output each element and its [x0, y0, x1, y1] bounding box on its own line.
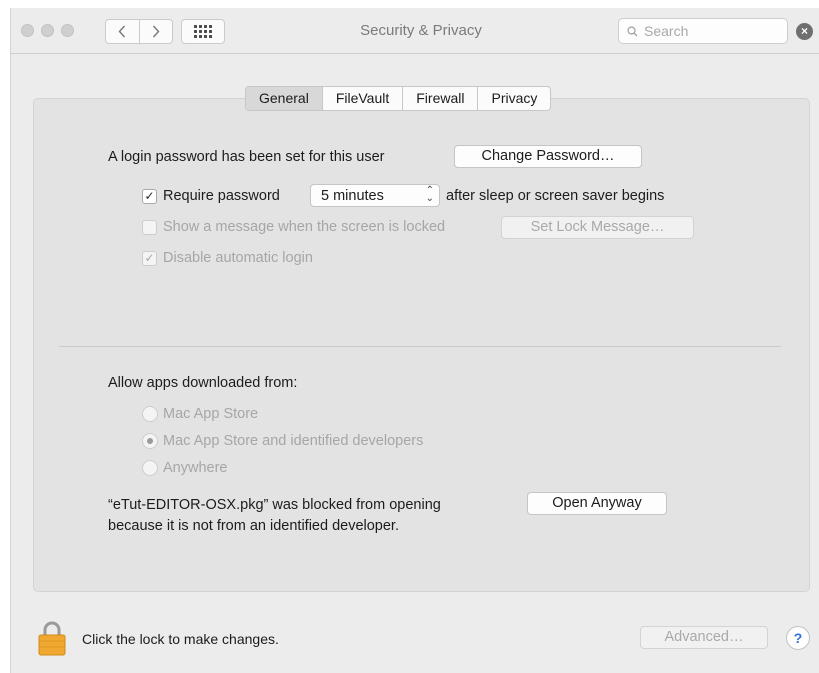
- tab-firewall[interactable]: Firewall: [402, 87, 477, 110]
- forward-button[interactable]: [138, 20, 173, 43]
- require-password-suffix: after sleep or screen saver begins: [446, 188, 665, 204]
- tab-bar: General FileVault Firewall Privacy: [245, 86, 552, 111]
- password-delay-value: 5 minutes: [321, 187, 384, 204]
- require-password-label: Require password: [163, 188, 280, 204]
- password-delay-select[interactable]: 5 minutes ⌃ ⌄: [310, 184, 440, 207]
- disable-auto-login-label: Disable automatic login: [163, 250, 313, 266]
- disable-auto-login-checkbox[interactable]: ✓: [142, 251, 157, 266]
- back-button[interactable]: [106, 20, 139, 43]
- security-privacy-window: Security & Privacy Search × General File…: [10, 8, 819, 673]
- help-button[interactable]: ?: [786, 626, 810, 650]
- tab-filevault[interactable]: FileVault: [321, 87, 402, 110]
- change-password-button[interactable]: Change Password…: [454, 145, 642, 168]
- chevron-right-icon: [152, 25, 160, 38]
- blocked-message-line2: because it is not from an identified dev…: [108, 518, 399, 534]
- login-password-text: A login password has been set for this u…: [108, 149, 385, 165]
- radio-anywhere[interactable]: [142, 460, 158, 476]
- stepper-arrows-icon: ⌃ ⌄: [425, 185, 434, 204]
- lock-instruction-text: Click the lock to make changes.: [82, 631, 279, 647]
- search-icon: [627, 25, 638, 36]
- search-placeholder: Search: [644, 23, 689, 39]
- window-title: Security & Privacy: [360, 22, 482, 39]
- require-password-checkbox[interactable]: ✓: [142, 189, 157, 204]
- chevron-left-icon: [118, 25, 126, 38]
- allow-apps-heading: Allow apps downloaded from:: [108, 375, 298, 391]
- minimize-window-button[interactable]: [41, 24, 54, 37]
- radio-mac-app-store[interactable]: [142, 406, 158, 422]
- show-message-checkbox[interactable]: [142, 220, 157, 235]
- tab-general[interactable]: General: [246, 87, 322, 110]
- grid-icon: [194, 25, 212, 38]
- radio-mac-app-store-label: Mac App Store: [163, 406, 259, 422]
- clear-search-icon[interactable]: ×: [796, 23, 813, 40]
- radio-identified-developers[interactable]: [142, 433, 158, 449]
- radio-identified-developers-label: Mac App Store and identified developers: [163, 433, 424, 449]
- title-bar: Security & Privacy Search ×: [11, 8, 819, 54]
- radio-anywhere-label: Anywhere: [163, 460, 228, 476]
- close-window-button[interactable]: [21, 24, 34, 37]
- zoom-window-button[interactable]: [61, 24, 74, 37]
- section-divider: [59, 346, 781, 347]
- blocked-message-line1: “eTut-EDITOR-OSX.pkg” was blocked from o…: [108, 497, 441, 513]
- show-message-label: Show a message when the screen is locked: [163, 219, 446, 235]
- lock-icon[interactable]: [37, 620, 67, 656]
- show-all-button[interactable]: [181, 19, 225, 44]
- search-field[interactable]: Search: [618, 18, 788, 44]
- tab-privacy[interactable]: Privacy: [477, 87, 550, 110]
- advanced-button[interactable]: Advanced…: [640, 626, 768, 649]
- set-lock-message-button[interactable]: Set Lock Message…: [501, 216, 694, 239]
- open-anyway-button[interactable]: Open Anyway: [527, 492, 667, 515]
- back-forward-control: [105, 19, 173, 44]
